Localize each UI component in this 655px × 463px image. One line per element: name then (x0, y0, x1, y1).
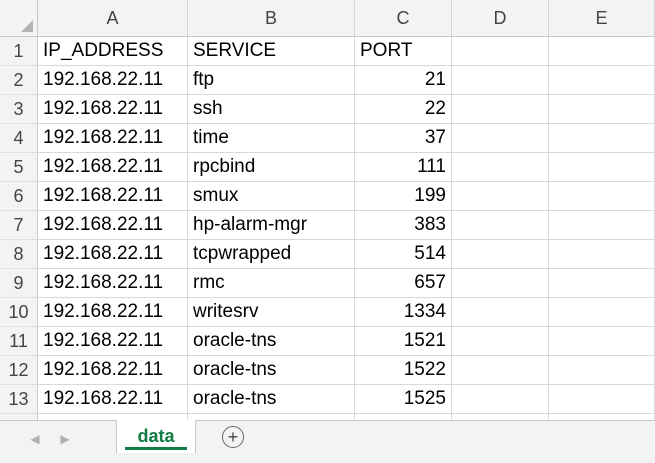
cell-e8[interactable] (549, 240, 655, 269)
cell-c3[interactable]: 22 (355, 95, 452, 124)
sheet-tab-label: data (137, 426, 175, 446)
cell-a2[interactable]: 192.168.22.11 (38, 66, 188, 95)
cell-e2[interactable] (549, 66, 655, 95)
column-header-e[interactable]: E (549, 0, 655, 37)
cell-e12[interactable] (549, 356, 655, 385)
cell-e4[interactable] (549, 124, 655, 153)
cell-c7[interactable]: 383 (355, 211, 452, 240)
cell-c13[interactable]: 1525 (355, 385, 452, 414)
cell-a1[interactable]: IP_ADDRESS (38, 37, 188, 66)
cell-b4[interactable]: time (188, 124, 355, 153)
cell-b12[interactable]: oracle-tns (188, 356, 355, 385)
row-header-13[interactable]: 13 (0, 385, 38, 414)
add-sheet-button[interactable]: + (222, 426, 244, 448)
plus-icon: + (227, 427, 239, 447)
cell-d9[interactable] (452, 269, 549, 298)
spreadsheet-grid: ABCDE 1 2 3 4 5 6 7 8 9 10 11 12 13 IP_ADDRESS SERVIC… (0, 0, 655, 420)
cell-e3[interactable] (549, 95, 655, 124)
row-header-11[interactable]: 11 (0, 327, 38, 356)
row-header-9[interactable]: 9 (0, 269, 38, 298)
row-header-3[interactable]: 3 (0, 95, 38, 124)
cell-d4[interactable] (452, 124, 549, 153)
row-header-10[interactable]: 10 (0, 298, 38, 327)
cell-e9[interactable] (549, 269, 655, 298)
cell-a12[interactable]: 192.168.22.11 (38, 356, 188, 385)
cell-c5[interactable]: 111 (355, 153, 452, 182)
sheet-tab-bar: ◀ ▶ data + (0, 420, 655, 463)
cell-b2[interactable]: ftp (188, 66, 355, 95)
triangle-left-icon[interactable]: ◀ (26, 430, 44, 448)
row-header-5[interactable]: 5 (0, 153, 38, 182)
cell-a7[interactable]: 192.168.22.11 (38, 211, 188, 240)
cell-d8[interactable] (452, 240, 549, 269)
row-header-2[interactable]: 2 (0, 66, 38, 95)
cell-a13[interactable]: 192.168.22.11 (38, 385, 188, 414)
select-all-triangle-icon (21, 20, 33, 32)
cell-d11[interactable] (452, 327, 549, 356)
cell-c2[interactable]: 21 (355, 66, 452, 95)
cell-b1[interactable]: SERVICE (188, 37, 355, 66)
sheet-tab-data[interactable]: data (116, 420, 196, 453)
cell-e7[interactable] (549, 211, 655, 240)
cell-d13[interactable] (452, 385, 549, 414)
cell-b5[interactable]: rpcbind (188, 153, 355, 182)
row-header-4[interactable]: 4 (0, 124, 38, 153)
cell-b3[interactable]: ssh (188, 95, 355, 124)
cell-b13[interactable]: oracle-tns (188, 385, 355, 414)
cell-c9[interactable]: 657 (355, 269, 452, 298)
cell-a6[interactable]: 192.168.22.11 (38, 182, 188, 211)
cell-e5[interactable] (549, 153, 655, 182)
row-header-7[interactable]: 7 (0, 211, 38, 240)
cell-a10[interactable]: 192.168.22.11 (38, 298, 188, 327)
cell-c1[interactable]: PORT (355, 37, 452, 66)
cell-d1[interactable] (452, 37, 549, 66)
cell-c12[interactable]: 1522 (355, 356, 452, 385)
cell-c6[interactable]: 199 (355, 182, 452, 211)
cell-a9[interactable]: 192.168.22.11 (38, 269, 188, 298)
column-header-b[interactable]: B (188, 0, 355, 37)
cell-b11[interactable]: oracle-tns (188, 327, 355, 356)
column-header-a[interactable]: A (38, 0, 188, 37)
cell-c11[interactable]: 1521 (355, 327, 452, 356)
cell-e13[interactable] (549, 385, 655, 414)
cell-a5[interactable]: 192.168.22.11 (38, 153, 188, 182)
cell-d6[interactable] (452, 182, 549, 211)
cell-d3[interactable] (452, 95, 549, 124)
cell-e11[interactable] (549, 327, 655, 356)
cell-a3[interactable]: 192.168.22.11 (38, 95, 188, 124)
cell-e6[interactable] (549, 182, 655, 211)
triangle-right-icon[interactable]: ▶ (56, 430, 74, 448)
column-header-c[interactable]: C (355, 0, 452, 37)
cell-e1[interactable] (549, 37, 655, 66)
cell-b10[interactable]: writesrv (188, 298, 355, 327)
cell-b7[interactable]: hp-alarm-mgr (188, 211, 355, 240)
cell-d12[interactable] (452, 356, 549, 385)
cell-a8[interactable]: 192.168.22.11 (38, 240, 188, 269)
cell-d7[interactable] (452, 211, 549, 240)
cell-a4[interactable]: 192.168.22.11 (38, 124, 188, 153)
cell-c8[interactable]: 514 (355, 240, 452, 269)
select-all-corner[interactable] (0, 0, 38, 37)
active-tab-underline (125, 447, 187, 450)
cell-c10[interactable]: 1334 (355, 298, 452, 327)
cell-b9[interactable]: rmc (188, 269, 355, 298)
cell-d10[interactable] (452, 298, 549, 327)
cell-e10[interactable] (549, 298, 655, 327)
cell-b8[interactable]: tcpwrapped (188, 240, 355, 269)
cell-c4[interactable]: 37 (355, 124, 452, 153)
column-header-d[interactable]: D (452, 0, 549, 37)
row-header-1[interactable]: 1 (0, 37, 38, 66)
cell-a11[interactable]: 192.168.22.11 (38, 327, 188, 356)
row-header-6[interactable]: 6 (0, 182, 38, 211)
cell-b6[interactable]: smux (188, 182, 355, 211)
row-header-12[interactable]: 12 (0, 356, 38, 385)
cell-d5[interactable] (452, 153, 549, 182)
row-header-8[interactable]: 8 (0, 240, 38, 269)
cell-d2[interactable] (452, 66, 549, 95)
